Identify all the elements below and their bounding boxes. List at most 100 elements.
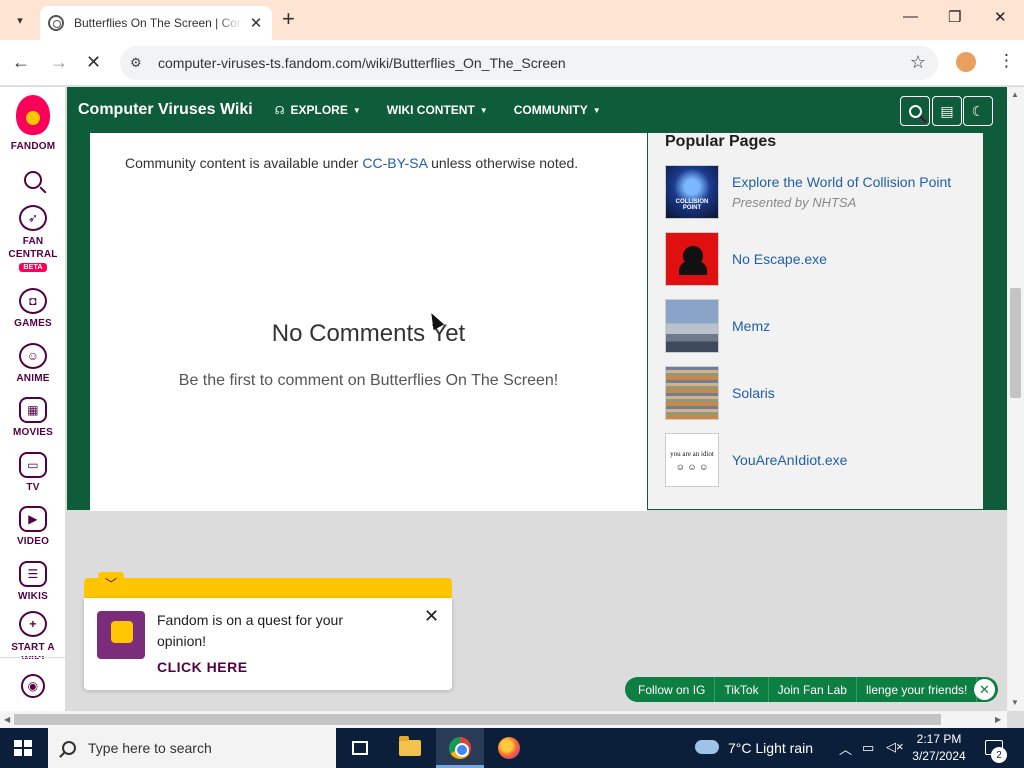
vertical-scrollbar[interactable] — [1007, 87, 1024, 711]
popular-page-item[interactable]: COLLISION POINT Explore the World of Col… — [665, 165, 965, 219]
fandom-logo-label: FANDOM — [10, 141, 56, 152]
minimize-button[interactable]: — — [903, 8, 918, 25]
bookmark-star-icon[interactable]: ☆ — [910, 52, 926, 73]
wiki-search-button[interactable] — [900, 96, 930, 126]
system-clock[interactable]: 2:17 PM 3/27/2024 — [906, 731, 972, 765]
license-notice: Community content is available under CC-… — [125, 155, 578, 171]
forward-arrow-icon[interactable]: → — [50, 52, 68, 73]
rail-item-games[interactable]: ◘ GAMES — [0, 288, 66, 329]
rail-item-label: TV — [26, 482, 40, 493]
task-view-icon — [352, 741, 368, 755]
tv-icon: ▭ — [19, 452, 47, 478]
rail-account[interactable]: ◉ — [0, 674, 66, 702]
address-bar[interactable]: ⚙ computer-viruses-ts.fandom.com/wiki/Bu… — [120, 46, 938, 80]
thumbnail-figure — [679, 261, 707, 275]
browser-tab[interactable]: Butterflies On The Screen | Computer Vir… — [40, 6, 272, 40]
followbar-close-icon[interactable]: ✕ — [974, 679, 995, 700]
firefox-taskbar-button[interactable] — [495, 734, 523, 762]
tab-close-icon[interactable]: ✕ — [248, 14, 264, 32]
nav-explore[interactable]: ☊ EXPLORE ▼ — [275, 103, 361, 117]
challenge-friends-button[interactable]: llenge your friends! — [857, 677, 978, 702]
join-fan-lab-button[interactable]: Join Fan Lab — [769, 677, 857, 702]
popular-page-thumbnail[interactable] — [665, 232, 719, 286]
rail-search[interactable] — [0, 171, 66, 189]
volume-muted-icon[interactable]: ◁× — [886, 739, 904, 755]
network-icon[interactable]: ▭ — [862, 740, 874, 756]
popup-close-icon[interactable]: ✕ — [424, 606, 439, 627]
popular-page-thumbnail[interactable] — [665, 299, 719, 353]
scroll-right-arrow-icon[interactable]: ▶ — [995, 715, 1001, 724]
collapse-chevron-icon[interactable]: ﹀ — [98, 572, 124, 594]
popular-page-link[interactable]: Solaris — [732, 385, 775, 401]
popular-page-item[interactable]: No Escape.exe — [665, 232, 965, 286]
stop-loading-icon[interactable]: ✕ — [86, 52, 101, 73]
profile-avatar-icon[interactable] — [956, 52, 976, 72]
url-text[interactable]: computer-viruses-ts.fandom.com/wiki/Butt… — [158, 55, 566, 71]
loading-favicon-icon — [48, 15, 64, 31]
tray-chevron-icon[interactable]: ︿ — [839, 739, 852, 758]
rail-item-label: VIDEO — [16, 536, 50, 547]
beta-badge: BETA — [19, 263, 47, 272]
comments-empty-title: No Comments Yet — [271, 320, 466, 347]
popular-page-thumbnail[interactable] — [665, 366, 719, 420]
discussions-button[interactable]: ▤ — [932, 96, 962, 126]
popular-page-link[interactable]: No Escape.exe — [732, 251, 827, 267]
follow-ig-button[interactable]: Follow on IG — [629, 677, 716, 702]
clock-time: 2:17 PM — [916, 732, 962, 746]
rail-divider — [0, 657, 66, 658]
rail-item-movies[interactable]: ▦ MOVIES — [0, 397, 66, 438]
horizontal-scroll-thumb[interactable] — [14, 714, 941, 725]
chrome-taskbar-button[interactable] — [446, 734, 474, 762]
popular-page-thumbnail[interactable]: COLLISION POINT — [665, 165, 719, 219]
wiki-name-link[interactable]: Computer Viruses Wiki — [78, 101, 253, 119]
back-arrow-icon[interactable]: ← — [12, 52, 30, 73]
popular-page-item[interactable]: Memz — [665, 299, 965, 353]
new-tab-button[interactable]: + — [282, 8, 295, 30]
rail-item-anime[interactable]: ☺ ANIME — [0, 343, 66, 384]
moon-icon: ☾ — [971, 102, 985, 119]
rail-item-fan-central[interactable]: ➶ FAN CENTRAL BETA — [0, 205, 66, 272]
article-content: Community content is available under CC-… — [90, 133, 647, 511]
task-view-button[interactable] — [346, 734, 374, 762]
nav-community[interactable]: COMMUNITY ▼ — [514, 103, 601, 117]
popular-page-thumbnail[interactable]: you are an idiot ☺ ☺ ☺ — [665, 433, 719, 487]
popular-page-item[interactable]: you are an idiot ☺ ☺ ☺ YouAreAnIdiot.exe — [665, 433, 965, 487]
browser-menu-icon[interactable]: ⋮ — [998, 51, 1015, 71]
social-follow-bar: Follow on IG TikTok Join Fan Lab llenge … — [625, 677, 998, 702]
rail-item-video[interactable]: ▶ VIDEO — [0, 506, 66, 547]
play-icon: ▶ — [19, 506, 47, 532]
clapper-icon: ▦ — [19, 397, 47, 423]
license-link[interactable]: CC-BY-SA — [362, 155, 427, 171]
tab-title: Butterflies On The Screen | Computer Vir… — [74, 16, 242, 30]
nav-wiki-content[interactable]: WIKI CONTENT ▼ — [387, 103, 488, 117]
maximize-button[interactable]: ❐ — [948, 8, 961, 26]
tiktok-button[interactable]: TikTok — [715, 677, 769, 702]
windows-start-icon[interactable] — [14, 740, 32, 756]
scroll-down-arrow-icon[interactable]: ▼ — [1011, 698, 1019, 707]
popular-page-link[interactable]: YouAreAnIdiot.exe — [732, 452, 847, 468]
popup-cta-link[interactable]: CLICK HERE — [157, 659, 248, 675]
close-window-button[interactable]: ✕ — [994, 8, 1007, 26]
search-icon — [24, 171, 42, 189]
site-info-icon[interactable]: ⚙ — [130, 55, 142, 71]
survey-popup: Fandom is on a quest for your opinion! C… — [84, 598, 452, 690]
dark-mode-button[interactable]: ☾ — [963, 96, 993, 126]
popular-pages-title: Popular Pages — [665, 133, 777, 150]
rail-item-start-wiki[interactable]: + START A WIKI — [0, 611, 66, 659]
thumbnail-caption: you are an idiot — [670, 450, 714, 458]
popular-page-link[interactable]: Memz — [732, 318, 770, 334]
file-explorer-button[interactable] — [396, 734, 424, 762]
taskbar-search-box[interactable]: Type here to search — [48, 728, 336, 768]
weather-cloud-icon[interactable] — [695, 740, 719, 754]
popular-page-link[interactable]: Explore the World of Collision Point — [732, 174, 951, 190]
rail-item-tv[interactable]: ▭ TV — [0, 452, 66, 493]
tab-search-dropdown-icon[interactable]: ▾ — [8, 8, 32, 32]
weather-text[interactable]: 7°C Light rain — [728, 740, 813, 756]
chrome-icon — [449, 737, 471, 759]
vertical-scroll-thumb[interactable] — [1010, 288, 1021, 398]
rail-item-wikis[interactable]: ☰ WIKIS — [0, 561, 66, 602]
fandom-logo[interactable]: FANDOM — [0, 95, 66, 152]
scroll-up-arrow-icon[interactable]: ▲ — [1011, 90, 1019, 99]
scroll-left-arrow-icon[interactable]: ◀ — [4, 715, 10, 724]
popular-page-item[interactable]: Solaris — [665, 366, 965, 420]
